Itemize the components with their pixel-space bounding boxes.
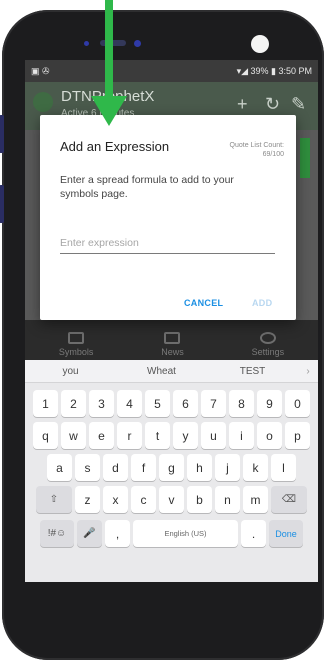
bixby-button <box>0 185 4 223</box>
cancel-button[interactable]: CANCEL <box>184 298 223 308</box>
app-logo-icon <box>33 92 53 112</box>
bottom-navigation: Symbols News Settings <box>25 320 318 360</box>
key-k[interactable]: k <box>243 454 268 481</box>
period-key[interactable]: . <box>241 520 266 547</box>
expression-input[interactable] <box>60 233 275 254</box>
key-m[interactable]: m <box>243 486 268 513</box>
number-row: 1 2 3 4 5 6 7 8 9 0 <box>25 390 318 417</box>
key-3[interactable]: 3 <box>89 390 114 417</box>
chevron-right-icon[interactable]: › <box>298 366 318 377</box>
key-w[interactable]: w <box>61 422 86 449</box>
key-y[interactable]: y <box>173 422 198 449</box>
status-bar: ▣ ✇ ▾◢ 39% ▮ 3:50 PM <box>25 60 318 82</box>
qwerty-row: q w e r t y u i o p <box>25 422 318 449</box>
nav-news-label: News <box>161 347 184 357</box>
status-left-icons: ▣ ✇ <box>31 65 50 76</box>
arrow-head <box>91 96 127 126</box>
key-5[interactable]: 5 <box>145 390 170 417</box>
key-z[interactable]: z <box>75 486 100 513</box>
key-j[interactable]: j <box>215 454 240 481</box>
key-c[interactable]: c <box>131 486 156 513</box>
soft-keyboard: you Wheat TEST › 1 2 3 4 5 6 7 8 9 0 q w… <box>25 360 318 582</box>
chart-icon <box>68 332 85 344</box>
refresh-icon[interactable]: ↻ <box>265 94 280 115</box>
key-t[interactable]: t <box>145 422 170 449</box>
key-l[interactable]: l <box>271 454 296 481</box>
space-key[interactable]: English (US) <box>133 520 238 547</box>
key-s[interactable]: s <box>75 454 100 481</box>
suggestion-1[interactable]: you <box>25 366 116 377</box>
edit-icon[interactable]: ✎ <box>291 94 306 115</box>
mic-key[interactable]: 🎤 <box>77 520 102 547</box>
dialog-message: Enter a spread formula to add to your sy… <box>60 174 234 200</box>
key-g[interactable]: g <box>159 454 184 481</box>
asdf-row: a s d f g h j k l <box>25 454 318 481</box>
key-f[interactable]: f <box>131 454 156 481</box>
key-o[interactable]: o <box>257 422 282 449</box>
key-p[interactable]: p <box>285 422 310 449</box>
status-right-text: ▾◢ 39% ▮ 3:50 PM <box>236 65 312 76</box>
suggestion-3[interactable]: TEST <box>207 366 298 377</box>
key-1[interactable]: 1 <box>33 390 58 417</box>
key-e[interactable]: e <box>89 422 114 449</box>
key-x[interactable]: x <box>103 486 128 513</box>
key-7[interactable]: 7 <box>201 390 226 417</box>
iris-sensor <box>134 40 141 47</box>
key-a[interactable]: a <box>47 454 72 481</box>
key-h[interactable]: h <box>187 454 212 481</box>
arrow-shaft <box>105 0 113 100</box>
nav-settings[interactable]: Settings <box>251 332 285 357</box>
key-v[interactable]: v <box>159 486 184 513</box>
key-b[interactable]: b <box>187 486 212 513</box>
key-r[interactable]: r <box>117 422 142 449</box>
background-green-bar <box>300 138 310 178</box>
key-d[interactable]: d <box>103 454 128 481</box>
nav-settings-label: Settings <box>251 347 285 357</box>
key-i[interactable]: i <box>229 422 254 449</box>
front-camera <box>251 35 269 53</box>
news-icon <box>164 332 181 344</box>
gear-icon <box>259 332 276 344</box>
key-n[interactable]: n <box>215 486 240 513</box>
add-button[interactable]: ADD <box>252 298 272 308</box>
key-u[interactable]: u <box>201 422 226 449</box>
phone-screen: ▣ ✇ ▾◢ 39% ▮ 3:50 PM DTNProphetX Active … <box>25 60 318 582</box>
key-2[interactable]: 2 <box>61 390 86 417</box>
zxcv-row: ⇧ z x c v b n m ⌫ <box>25 486 318 513</box>
comma-key[interactable]: , <box>105 520 130 547</box>
key-q[interactable]: q <box>33 422 58 449</box>
shift-key[interactable]: ⇧ <box>36 486 72 513</box>
nav-news[interactable]: News <box>161 332 184 357</box>
done-key[interactable]: Done <box>269 520 303 547</box>
pointer-arrow <box>91 0 127 126</box>
key-8[interactable]: 8 <box>229 390 254 417</box>
dialog-title: Add an Expression <box>60 139 170 154</box>
phone-chin <box>0 582 328 660</box>
key-9[interactable]: 9 <box>257 390 282 417</box>
key-0[interactable]: 0 <box>285 390 310 417</box>
nav-symbols[interactable]: Symbols <box>58 332 94 357</box>
space-row: !#☺ 🎤 , English (US) . Done <box>25 520 318 547</box>
add-icon[interactable]: + <box>237 94 248 115</box>
suggestion-2[interactable]: Wheat <box>116 366 207 377</box>
key-4[interactable]: 4 <box>117 390 142 417</box>
quote-list-count: Quote List Count: 69/100 <box>229 142 284 158</box>
symbols-key[interactable]: !#☺ <box>40 520 74 547</box>
backspace-key[interactable]: ⌫ <box>271 486 307 513</box>
nav-symbols-label: Symbols <box>58 347 94 357</box>
add-expression-dialog: Add an Expression Quote List Count: 69/1… <box>40 115 296 320</box>
volume-button <box>0 115 4 153</box>
key-6[interactable]: 6 <box>173 390 198 417</box>
suggestion-bar: you Wheat TEST › <box>25 360 318 383</box>
